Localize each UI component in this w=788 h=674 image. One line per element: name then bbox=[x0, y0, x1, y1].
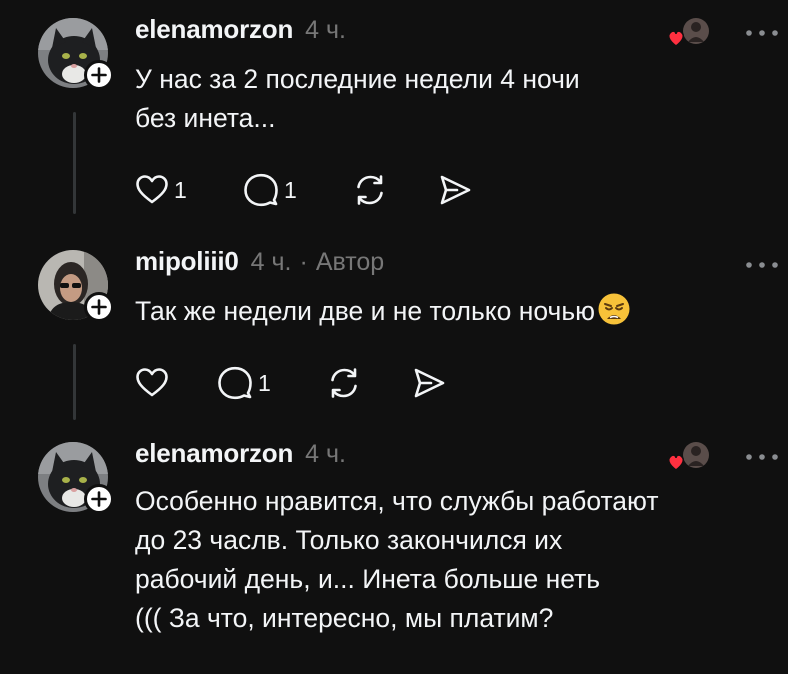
like-count: 1 bbox=[174, 176, 187, 203]
send-icon bbox=[414, 368, 445, 398]
weary-face-emoji bbox=[598, 293, 630, 325]
send-icon bbox=[440, 175, 471, 205]
username[interactable]: mipoliii0 bbox=[135, 246, 239, 277]
comment: elenamorzon 4 ч. Особенно нравится, что … bbox=[0, 424, 788, 674]
plus-icon bbox=[91, 67, 107, 83]
comment-header: elenamorzon 4 ч. bbox=[135, 438, 346, 472]
timestamp: 4 ч. bbox=[305, 16, 346, 44]
like-button[interactable] bbox=[135, 365, 169, 401]
heart-icon bbox=[667, 30, 685, 47]
comment-text: У нас за 2 последние недели 4 ночи без и… bbox=[135, 64, 580, 133]
repost-icon bbox=[357, 175, 383, 205]
heart-icon bbox=[136, 175, 168, 204]
follow-button[interactable] bbox=[84, 292, 114, 322]
separator: · bbox=[299, 248, 308, 276]
thread-line bbox=[73, 344, 76, 420]
follow-button[interactable] bbox=[84, 60, 114, 90]
action-bar: 1 bbox=[135, 365, 465, 401]
repost-icon bbox=[331, 368, 357, 398]
comment-text: Особенно нравится, что службы работают д… bbox=[135, 486, 659, 633]
share-button[interactable] bbox=[437, 172, 473, 208]
reply-count: 1 bbox=[284, 176, 297, 203]
like-button[interactable]: 1 bbox=[135, 172, 187, 208]
comment: mipoliii0 4 ч. · Автор Так же недели две… bbox=[0, 232, 788, 428]
comment-header: mipoliii0 4 ч. · Автор bbox=[135, 246, 384, 280]
timestamp: 4 ч. bbox=[305, 440, 346, 468]
comment: elenamorzon 4 ч. У нас за 2 последние не… bbox=[0, 0, 788, 230]
reply-count: 1 bbox=[258, 369, 271, 396]
more-options-icon[interactable] bbox=[744, 258, 780, 272]
reply-button[interactable]: 1 bbox=[217, 365, 271, 401]
follow-button[interactable] bbox=[84, 484, 114, 514]
author-badge: Автор bbox=[315, 248, 385, 276]
repost-button[interactable] bbox=[353, 172, 387, 208]
comment-text: Так же недели две и не только ночью bbox=[135, 292, 765, 331]
username[interactable]: elenamorzon bbox=[135, 438, 293, 469]
action-bar: 1 1 bbox=[135, 172, 495, 208]
heart-icon bbox=[136, 368, 168, 397]
timestamp: 4 ч. bbox=[250, 248, 292, 276]
repost-button[interactable] bbox=[327, 365, 361, 401]
thread-line bbox=[73, 112, 76, 214]
more-options-icon[interactable] bbox=[744, 450, 780, 464]
liked-by-author-indicator bbox=[666, 440, 712, 474]
plus-icon bbox=[91, 299, 107, 315]
share-button[interactable] bbox=[411, 365, 447, 401]
plus-icon bbox=[91, 491, 107, 507]
comment-icon bbox=[244, 173, 278, 207]
comment-icon bbox=[218, 366, 252, 400]
comment-header: elenamorzon 4 ч. bbox=[135, 14, 346, 48]
liked-by-author-indicator bbox=[666, 16, 712, 50]
username[interactable]: elenamorzon bbox=[135, 14, 293, 45]
reply-button[interactable]: 1 bbox=[243, 172, 297, 208]
more-options-icon[interactable] bbox=[744, 26, 780, 40]
heart-icon bbox=[667, 454, 685, 471]
